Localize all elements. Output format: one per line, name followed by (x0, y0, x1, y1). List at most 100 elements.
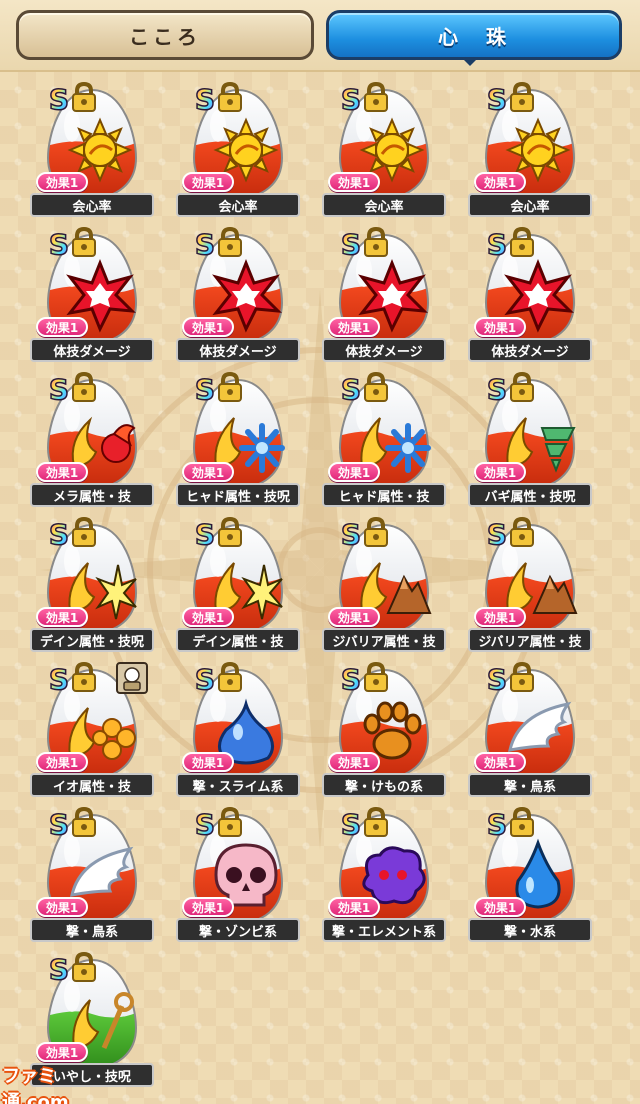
orb-name-label: 撃・けもの系 (322, 773, 446, 797)
effect-level-tag: 効果1 (328, 317, 380, 337)
equipped-character-icon (116, 662, 148, 694)
kokoro-orb-card[interactable]: S 効果1 撃・鳥系 (468, 660, 610, 800)
lock-icon (216, 661, 244, 692)
lock-icon (70, 226, 98, 257)
kokoro-orb-card[interactable]: S 効果1 撃・エレメント系 (322, 805, 464, 945)
lock-icon (70, 371, 98, 402)
orb-name-label: 会心率 (322, 193, 446, 217)
lock-icon (70, 81, 98, 112)
active-tab-pointer (462, 58, 478, 66)
kokoro-orb-card[interactable]: S 効果1 体技ダメージ (30, 225, 172, 365)
kokoro-orb-card[interactable]: S 効果1 会心率 (30, 80, 172, 220)
orb-name-label: ヒャド属性・技呪 (176, 483, 300, 507)
svg-text:S: S (49, 229, 69, 259)
svg-text:S: S (195, 84, 215, 114)
effect-level-tag: 効果1 (36, 607, 88, 627)
effect-level-tag: 効果1 (328, 462, 380, 482)
effect-level-tag: 効果1 (474, 607, 526, 627)
kokoro-orb-card[interactable]: S 効果1 ジバリア属性・技 (468, 515, 610, 655)
svg-text:S: S (49, 519, 69, 549)
kokoro-orb-card[interactable]: S 効果1 体技ダメージ (176, 225, 318, 365)
kokoro-orb-card[interactable]: S 効果1 会心率 (176, 80, 318, 220)
kokoro-orb-card[interactable]: S 効果1 ヒャド属性・技 (322, 370, 464, 510)
kokoro-orb-card[interactable]: S 効果1 メラ属性・技 (30, 370, 172, 510)
effect-level-tag: 効果1 (36, 172, 88, 192)
svg-text:S: S (341, 664, 361, 694)
effect-level-tag: 効果1 (36, 317, 88, 337)
effect-level-tag: 効果1 (182, 752, 234, 772)
orb-name-label: 撃・水系 (468, 918, 592, 942)
lock-icon (508, 371, 536, 402)
effect-level-tag: 効果1 (328, 172, 380, 192)
kokoro-orb-card[interactable]: S 効果1 体技ダメージ (322, 225, 464, 365)
effect-level-tag: 効果1 (36, 897, 88, 917)
svg-text:S: S (195, 519, 215, 549)
orb-name-label: ジバリア属性・技 (468, 628, 592, 652)
kokoro-orb-card[interactable]: S 効果1 会心率 (468, 80, 610, 220)
kokoro-orb-card[interactable]: S 効果1 撃・ゾンビ系 (176, 805, 318, 945)
orb-name-label: 体技ダメージ (322, 338, 446, 362)
kokoro-orb-card[interactable]: S 効果1 バギ属性・技呪 (468, 370, 610, 510)
effect-level-tag: 効果1 (474, 897, 526, 917)
effect-level-tag: 効果1 (328, 752, 380, 772)
effect-level-tag: 効果1 (328, 607, 380, 627)
kokoro-orb-card[interactable]: S 効果1 デイン属性・技 (176, 515, 318, 655)
svg-text:S: S (195, 374, 215, 404)
kokoro-orb-card[interactable]: S 効果1 撃・鳥系 (30, 805, 172, 945)
orb-name-label: 撃・ゾンビ系 (176, 918, 300, 942)
effect-level-tag: 効果1 (36, 1042, 88, 1062)
svg-text:S: S (195, 229, 215, 259)
lock-icon (362, 81, 390, 112)
kokoro-orb-card[interactable]: S 効果1 会心率 (322, 80, 464, 220)
effect-level-tag: 効果1 (182, 172, 234, 192)
lock-icon (70, 661, 98, 692)
orb-name-label: デイン属性・技呪 (30, 628, 154, 652)
svg-text:S: S (487, 809, 507, 839)
svg-text:S: S (341, 374, 361, 404)
lock-icon (508, 806, 536, 837)
kokoro-orb-card[interactable]: S 効果1 イオ属性・技 (30, 660, 172, 800)
lock-icon (362, 661, 390, 692)
kokoro-orb-card[interactable]: S 効果1 撃・けもの系 (322, 660, 464, 800)
lock-icon (216, 226, 244, 257)
lock-icon (362, 371, 390, 402)
orb-name-label: ヒャド属性・技 (322, 483, 446, 507)
orb-name-label: メラ属性・技 (30, 483, 154, 507)
effect-level-tag: 効果1 (474, 172, 526, 192)
kokoro-orb-card[interactable]: S 効果1 撃・水系 (468, 805, 610, 945)
kokoro-orb-card[interactable]: S 効果1 ジバリア属性・技 (322, 515, 464, 655)
effect-level-tag: 効果1 (182, 897, 234, 917)
svg-text:S: S (341, 519, 361, 549)
svg-text:S: S (487, 229, 507, 259)
kokoro-orb-card[interactable]: S 効果1 体技ダメージ (468, 225, 610, 365)
svg-text:S: S (487, 374, 507, 404)
kokoro-orb-card[interactable]: S 効果1 デイン属性・技呪 (30, 515, 172, 655)
effect-level-tag: 効果1 (474, 317, 526, 337)
kokoro-orb-card[interactable]: S 効果1 ヒャド属性・技呪 (176, 370, 318, 510)
tab-kokoro[interactable]: こころ (16, 10, 314, 60)
orb-name-label: バギ属性・技呪 (468, 483, 592, 507)
kokoro-orb-card[interactable]: S 効果1 撃・スライム系 (176, 660, 318, 800)
svg-text:S: S (341, 809, 361, 839)
orb-name-label: イオ属性・技 (30, 773, 154, 797)
orb-name-label: 撃・鳥系 (468, 773, 592, 797)
lock-icon (216, 806, 244, 837)
svg-text:S: S (195, 664, 215, 694)
tab-shinju[interactable]: 心 珠 (326, 10, 622, 60)
lock-icon (362, 806, 390, 837)
orb-name-label: ジバリア属性・技 (322, 628, 446, 652)
lock-icon (216, 81, 244, 112)
lock-icon (508, 226, 536, 257)
orb-name-label: 体技ダメージ (30, 338, 154, 362)
effect-level-tag: 効果1 (36, 752, 88, 772)
orb-name-label: 会心率 (30, 193, 154, 217)
orb-name-label: 会心率 (176, 193, 300, 217)
effect-level-tag: 効果1 (182, 462, 234, 482)
svg-text:S: S (49, 664, 69, 694)
effect-level-tag: 効果1 (474, 462, 526, 482)
svg-text:S: S (49, 374, 69, 404)
svg-text:S: S (487, 664, 507, 694)
orb-name-label: 体技ダメージ (176, 338, 300, 362)
lock-icon (216, 516, 244, 547)
svg-text:S: S (49, 954, 69, 984)
